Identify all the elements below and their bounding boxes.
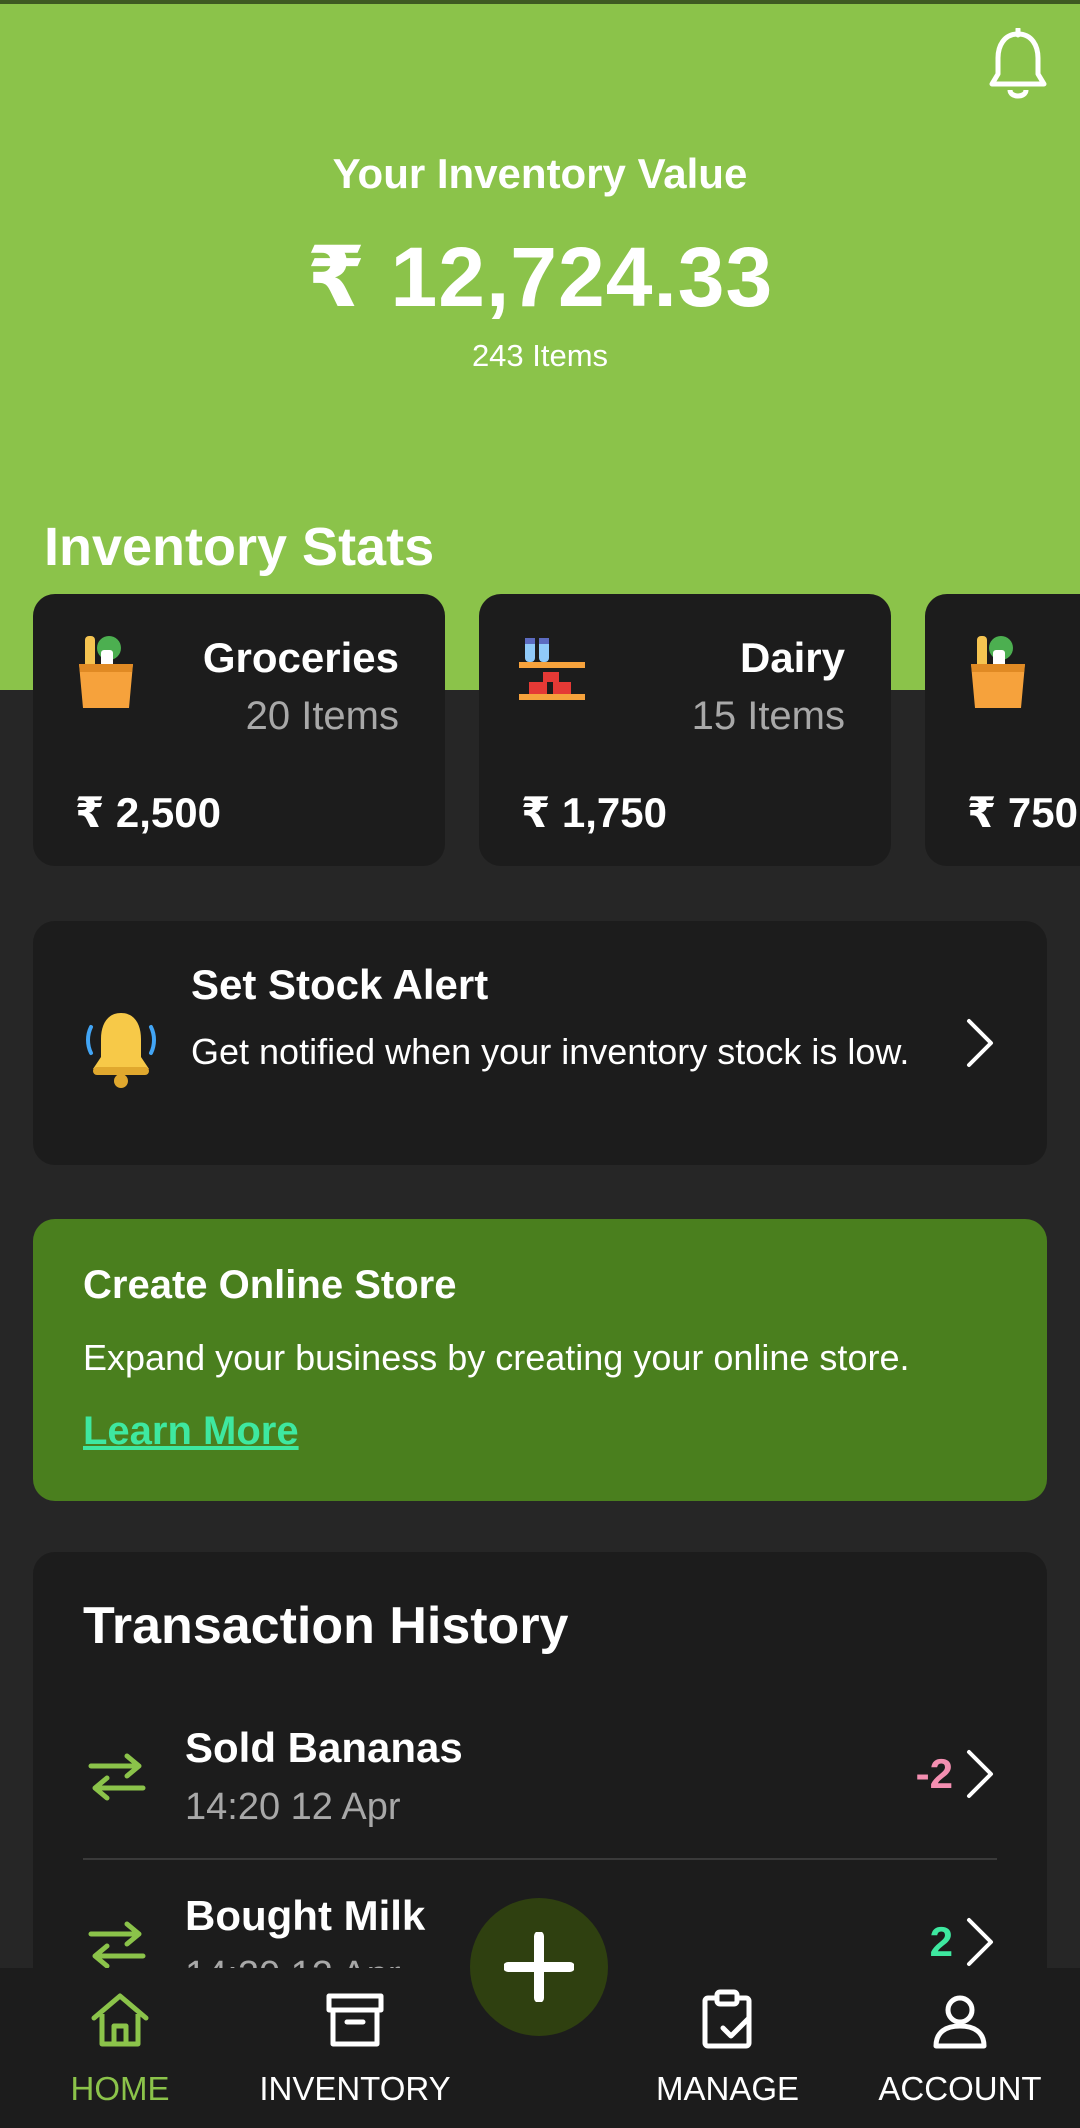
- grocery-bag-icon: [79, 636, 133, 708]
- stock-alert-description: Get notified when your inventory stock i…: [191, 1031, 910, 1072]
- archive-box-icon: [326, 1993, 384, 2047]
- online-store-card: Create Online Store Expand your business…: [33, 1219, 1047, 1501]
- online-store-description: Expand your business by creating your on…: [83, 1337, 910, 1378]
- stat-card-name: Groceries: [202, 634, 399, 681]
- clipboard-check-icon: [702, 1989, 752, 2049]
- notification-bell-icon[interactable]: [986, 28, 1050, 102]
- inventory-value-amount: ₹ 12,724.33: [306, 230, 774, 324]
- shelf-icon: [519, 638, 585, 700]
- chevron-right-icon: [967, 1019, 993, 1067]
- home-icon: [91, 1993, 149, 2047]
- transaction-name: Sold Bananas: [185, 1724, 463, 1771]
- transaction-name: Bought Milk: [185, 1892, 426, 1939]
- inventory-item-count: 243 Items: [471, 338, 609, 373]
- online-store-title: Create Online Store: [83, 1263, 457, 1307]
- stat-card-name: Dairy: [739, 634, 845, 681]
- add-button[interactable]: [470, 1898, 608, 2036]
- nav-manage[interactable]: MANAGE: [640, 1968, 815, 2128]
- nav-account[interactable]: ACCOUNT: [870, 1968, 1050, 2128]
- stat-card-amount: ₹ 2,500: [75, 789, 221, 836]
- transaction-row[interactable]: Sold Bananas 14:20 12 Apr -2: [33, 1704, 1047, 1872]
- stat-card-amount: ₹ 1,750: [521, 789, 667, 836]
- nav-account-label: ACCOUNT: [878, 2070, 1042, 2107]
- chevron-right-icon: [967, 1750, 993, 1798]
- stock-alert-card[interactable]: Set Stock Alert Get notified when your i…: [33, 921, 1047, 1165]
- nav-inventory-label: INVENTORY: [259, 2070, 451, 2107]
- stats-carousel[interactable]: Groceries 20 Items ₹ 2,500 Dairy 15 Item…: [33, 594, 1080, 866]
- transaction-history-title: Transaction History: [83, 1597, 569, 1655]
- stat-card-groceries[interactable]: Groceries 20 Items ₹ 2,500: [33, 594, 445, 866]
- stat-card-partial[interactable]: ₹ 750: [925, 594, 1080, 866]
- user-icon: [933, 1995, 987, 2049]
- grocery-bag-icon: [971, 636, 1025, 708]
- nav-inventory[interactable]: INVENTORY: [240, 1968, 470, 2128]
- alert-bell-icon: [86, 1013, 156, 1088]
- transaction-amount: 2: [929, 1918, 953, 1965]
- inventory-value-title: Your Inventory Value: [332, 150, 748, 197]
- chevron-right-icon: [967, 1918, 993, 1966]
- stock-alert-title: Set Stock Alert: [191, 961, 489, 1008]
- learn-more-link[interactable]: Learn More: [83, 1409, 299, 1454]
- nav-manage-label: MANAGE: [655, 2070, 800, 2107]
- nav-home-label: HOME: [70, 2070, 170, 2107]
- nav-home[interactable]: HOME: [40, 1968, 200, 2128]
- plus-icon: [504, 1932, 574, 2002]
- inventory-stats-title: Inventory Stats: [44, 517, 435, 577]
- stat-card-count: 20 Items: [245, 694, 399, 738]
- stat-card-count: 15 Items: [691, 694, 845, 738]
- stat-card-dairy[interactable]: Dairy 15 Items ₹ 1,750: [479, 594, 891, 866]
- transaction-divider: [83, 1858, 997, 1860]
- stat-card-amount: ₹ 750: [967, 789, 1078, 836]
- transaction-time: 14:20 12 Apr: [185, 1786, 401, 1828]
- swap-arrows-icon: [88, 1921, 146, 1969]
- swap-arrows-icon: [88, 1753, 146, 1801]
- transaction-amount: -2: [915, 1750, 953, 1797]
